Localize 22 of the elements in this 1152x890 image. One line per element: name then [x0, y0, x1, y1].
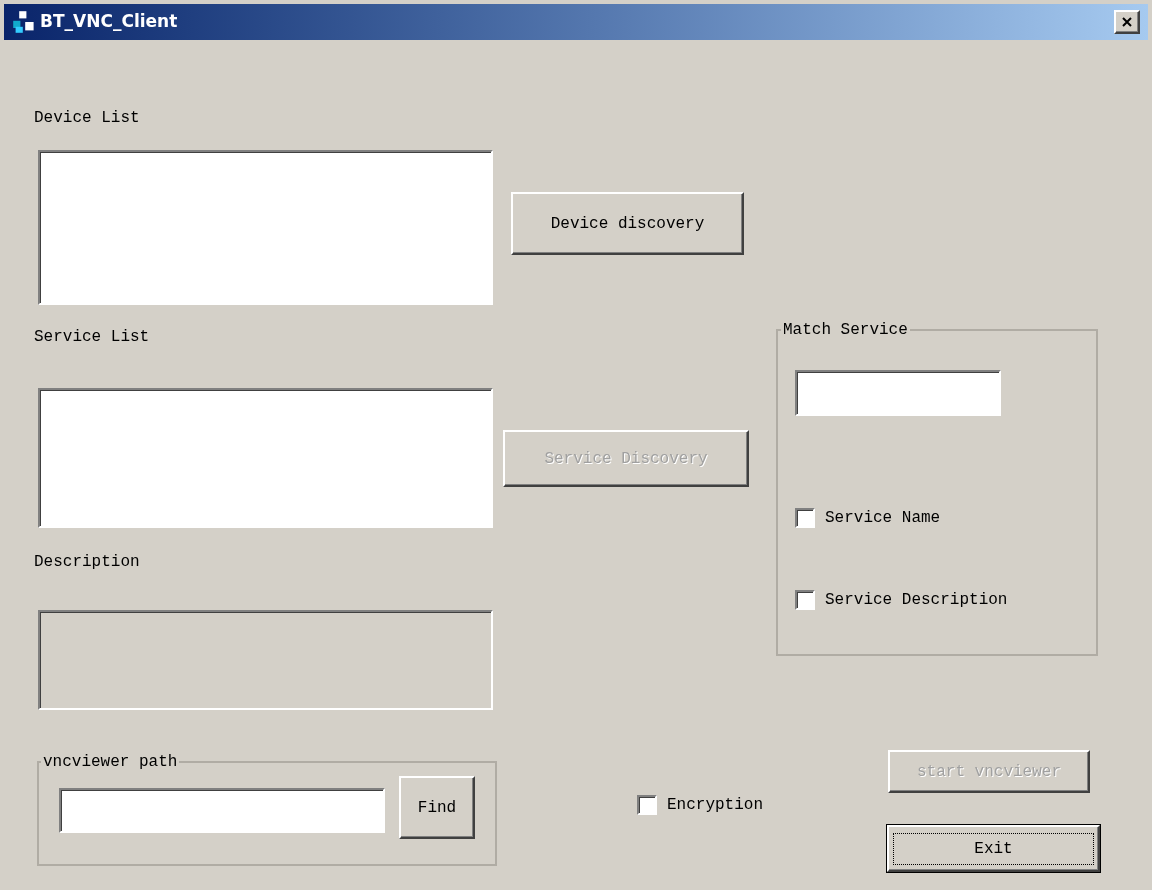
description-label: Description	[34, 552, 141, 572]
checkbox-label: Service Description	[825, 590, 1008, 611]
close-button[interactable]	[1114, 10, 1140, 34]
exit-button[interactable]: Exit	[887, 825, 1100, 872]
device-list-label: Device List	[34, 108, 141, 128]
service-list-label: Service List	[34, 327, 151, 347]
checkbox[interactable]	[795, 590, 815, 610]
group-title: vncviewer path	[42, 752, 179, 773]
device-listbox[interactable]	[38, 150, 493, 305]
group-title: Match Service	[782, 320, 909, 341]
checkbox[interactable]	[795, 508, 815, 528]
checkbox-label: Service Name	[825, 508, 941, 529]
checkbox[interactable]	[637, 795, 657, 815]
path-field[interactable]	[59, 788, 385, 833]
device-discovery-button[interactable]: Device discovery	[511, 192, 744, 255]
service-match-field[interactable]	[795, 370, 1001, 416]
find-button[interactable]: Find	[399, 776, 475, 839]
encryption-label: Encryption	[667, 795, 763, 816]
network-icon	[12, 10, 36, 34]
window-title: BT_VNC_Client	[40, 10, 178, 34]
close-icon	[1122, 17, 1132, 27]
service-listbox[interactable]	[38, 388, 493, 528]
